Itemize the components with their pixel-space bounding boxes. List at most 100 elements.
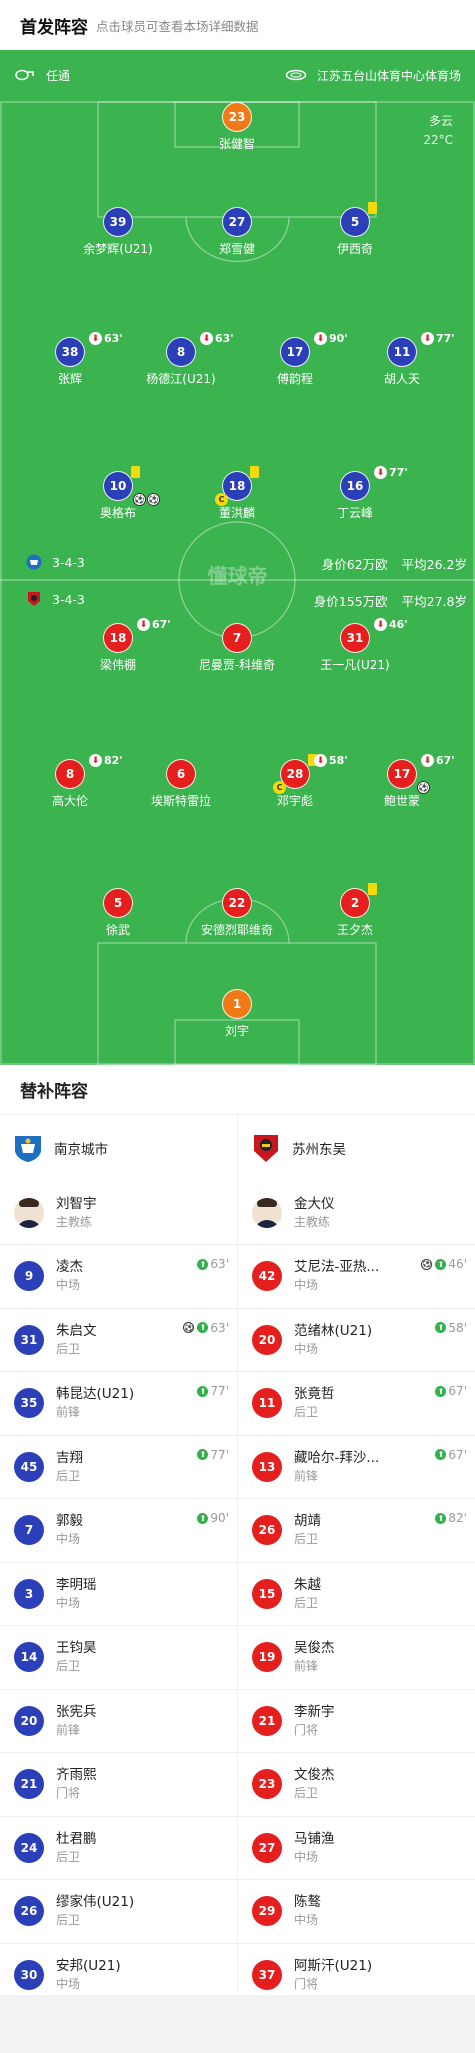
- substitute-number: 35: [14, 1388, 44, 1419]
- substitute-row[interactable]: 13 藏哈尔-拜沙... 前锋 ⬆ 67': [238, 1436, 475, 1499]
- substitute-info: 李新宇 门将: [294, 1703, 335, 1739]
- player-marker[interactable]: 28 C ⬇ 58' 邓宇彪: [240, 754, 350, 809]
- player-marker[interactable]: 7 尼曼贾-科维奇: [182, 623, 292, 673]
- player-marker[interactable]: 38 ⬇ 63' 张辉: [15, 332, 125, 387]
- substitute-info: 朱越 后卫: [294, 1576, 321, 1612]
- substitute-name: 杜君鹏: [56, 1830, 97, 1847]
- player-number-disc: 18 C: [215, 466, 259, 506]
- away-sub-list: 42 艾尼法-亚热... 中场 ⚽ ⬆ 46' 20 范绪林(U21) 中场 ⬆ 58' 11 张竟哲后…: [238, 1245, 475, 2007]
- substitute-row[interactable]: 20 张宪兵 前锋: [0, 1690, 237, 1753]
- substitute-name: 凌杰: [56, 1259, 83, 1276]
- player-name: 高大伦: [51, 794, 88, 808]
- player-name: 徐武: [105, 923, 130, 937]
- substitute-row[interactable]: 21 齐雨熙 门将: [0, 1753, 237, 1817]
- player-number-disc: 5: [103, 888, 133, 918]
- home-coach[interactable]: 刘智宇 主教练: [0, 1181, 237, 1245]
- player-name: 梁伟棚: [99, 658, 136, 672]
- coach-name: 金大仪: [294, 1195, 335, 1212]
- player-number: 18: [109, 631, 127, 645]
- substitute-position: 后卫: [294, 1405, 319, 1420]
- substitute-row[interactable]: 21 李新宇 门将: [238, 1690, 475, 1753]
- substitute-row[interactable]: 29 陈骜 中场: [238, 1880, 475, 1944]
- substitute-number: 26: [252, 1515, 282, 1546]
- away-team-value: 身价155万欧: [313, 594, 388, 609]
- home-team-row[interactable]: 南京城市: [0, 1115, 237, 1181]
- player-number: 5: [350, 215, 360, 229]
- player-marker[interactable]: 22 安德烈耶维奇: [182, 888, 292, 938]
- substitute-row[interactable]: 45 吉翔 后卫 ⬆ 77': [0, 1436, 237, 1499]
- away-team-row[interactable]: 苏州东吴: [238, 1115, 475, 1181]
- player-number: 7: [232, 631, 242, 645]
- substitute-row[interactable]: 9 凌杰 中场 ⬆ 63': [0, 1245, 237, 1309]
- substitute-row[interactable]: 24 杜君鹏 后卫: [0, 1817, 237, 1880]
- substitute-row[interactable]: 19 吴俊杰 前锋: [238, 1626, 475, 1690]
- yellow-card-icon: [368, 202, 377, 214]
- player-name: 王夕杰: [336, 923, 373, 937]
- captain-badge-icon: C: [273, 781, 286, 794]
- player-marker[interactable]: 39 余梦辉(U21): [63, 207, 173, 257]
- substitute-number: 26: [14, 1896, 44, 1927]
- player-marker[interactable]: 8 ⬇ 82' 高大伦: [15, 754, 125, 809]
- player-number: 23: [228, 110, 246, 124]
- substitution-minute: 77': [210, 1384, 229, 1398]
- substitute-info: 王钧昊 后卫: [56, 1639, 97, 1675]
- player-marker[interactable]: 1 刘宇: [182, 989, 292, 1039]
- away-coach[interactable]: 金大仪 主教练: [238, 1181, 475, 1245]
- player-marker[interactable]: 11 ⬇ 77' 胡人天: [347, 332, 457, 387]
- substitution-on-icon: ⬆: [197, 1385, 209, 1397]
- substitution-on-icon: ⬆: [197, 1322, 209, 1333]
- substitute-position: 前锋: [56, 1405, 81, 1420]
- substitute-row[interactable]: 27 马铺渔 中场: [238, 1817, 475, 1880]
- substitute-position: 前锋: [294, 1659, 319, 1674]
- player-marker[interactable]: 8 ⬇ 63' 杨德江(U21): [126, 332, 236, 387]
- player-marker[interactable]: 17 ⬇ 90' 傅韵程: [240, 332, 350, 387]
- substitute-position: 中场: [56, 1976, 81, 1991]
- substitute-number: 15: [252, 1578, 282, 1609]
- player-marker[interactable]: 31 ⬇ 46' 王一凡(U21): [300, 618, 410, 673]
- substitute-info: 郭毅 中场: [56, 1512, 83, 1548]
- player-marker[interactable]: 16 ⬇ 77' 丁云峰: [300, 466, 410, 521]
- substitute-row[interactable]: 23 文俊杰 后卫: [238, 1753, 475, 1817]
- player-marker[interactable]: 23 张健智: [182, 102, 292, 152]
- substitution-time: ⬇ 46': [374, 618, 408, 631]
- substitute-row[interactable]: 26 缪家伟(U21) 后卫: [0, 1880, 237, 1944]
- coach-avatar: [252, 1197, 282, 1228]
- substitute-row[interactable]: 31 朱启文 后卫 ⚽ ⬆ 63': [0, 1309, 237, 1372]
- substitute-row[interactable]: 7 郭毅 中场 ⬆ 90': [0, 1499, 237, 1563]
- substitute-row[interactable]: 3 李明瑶 中场: [0, 1563, 237, 1626]
- substitute-row[interactable]: 14 王钧昊 后卫: [0, 1626, 237, 1690]
- player-marker[interactable]: 6 埃斯特雷拉: [126, 759, 236, 809]
- substitute-row[interactable]: 11 张竟哲 后卫 ⬆ 67': [238, 1372, 475, 1436]
- substitute-number: 21: [14, 1769, 44, 1800]
- substitute-name: 缪家伟(U21): [56, 1894, 135, 1911]
- substitute-row[interactable]: 42 艾尼法-亚热... 中场 ⚽ ⬆ 46': [238, 1245, 475, 1309]
- substitute-info: 陈骜 中场: [294, 1893, 321, 1929]
- substitute-row[interactable]: 15 朱越 后卫: [238, 1563, 475, 1626]
- player-marker[interactable]: 2 王夕杰: [300, 883, 410, 938]
- player-marker[interactable]: 5 徐武: [63, 888, 173, 938]
- substitute-name: 齐雨熙: [56, 1767, 97, 1784]
- substitution-on-icon: ⬆: [197, 1449, 209, 1460]
- substitute-row[interactable]: 26 胡靖 后卫 ⬆ 82': [238, 1499, 475, 1563]
- player-marker[interactable]: 18 ⬇ 67' 梁伟棚: [63, 618, 173, 673]
- substitute-position: 前锋: [56, 1722, 81, 1737]
- substitute-info: 阿斯汗(U21) 门将: [294, 1957, 372, 1993]
- player-number-disc: 8 ⬇ 63': [166, 332, 234, 367]
- substitute-number: 3: [14, 1578, 44, 1609]
- substitute-row[interactable]: 20 范绪林(U21) 中场 ⬆ 58': [238, 1309, 475, 1372]
- substitute-row[interactable]: 35 韩昆达(U21) 前锋 ⬆ 77': [0, 1372, 237, 1436]
- player-marker[interactable]: 17 ⚽ ⬇ 67' 鲍世蒙: [347, 754, 457, 809]
- captain-badge-icon: C: [215, 493, 228, 506]
- nanjing-city-logo-icon: [15, 1136, 41, 1162]
- substitution-minute: 90': [329, 332, 348, 345]
- substitute-number: 29: [252, 1896, 282, 1927]
- page-footer: [0, 1995, 475, 2053]
- substitute-name: 马铺渔: [294, 1830, 335, 1847]
- player-marker[interactable]: 18 C 董洪麟: [182, 466, 292, 521]
- substitution-off-icon: ⬇: [374, 618, 387, 631]
- player-marker[interactable]: 27 郑雪健: [182, 207, 292, 257]
- player-marker[interactable]: 5 伊西奇: [300, 202, 410, 257]
- substitute-info: 胡靖 后卫: [294, 1512, 321, 1548]
- player-marker[interactable]: 10 ⚽ ⚽ 奥格布: [63, 466, 173, 521]
- substitute-position: 中场: [294, 1849, 319, 1864]
